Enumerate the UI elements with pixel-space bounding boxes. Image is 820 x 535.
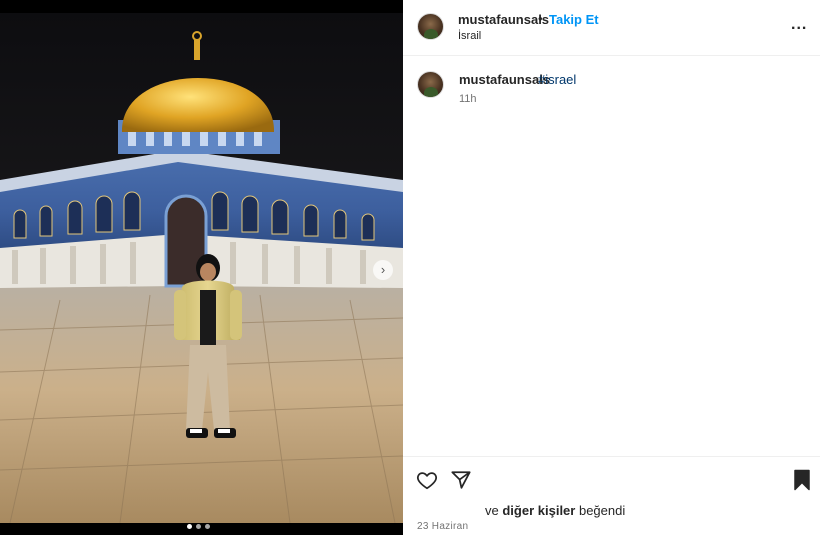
carousel-dot bbox=[205, 524, 210, 529]
post-header: mustafaunsals • Takip Et İsrail ... bbox=[403, 0, 820, 56]
caption-hashtag[interactable]: #israel bbox=[538, 72, 576, 87]
caption-avatar[interactable] bbox=[417, 71, 444, 98]
save-icon[interactable] bbox=[791, 468, 813, 492]
like-icon[interactable] bbox=[415, 468, 439, 492]
likes-prefix: ve bbox=[485, 503, 499, 518]
carousel-dot bbox=[187, 524, 192, 529]
post-dialog: › mustafaunsals • Takip Et İsrail ... mu… bbox=[0, 0, 820, 535]
separator-dot: • bbox=[538, 11, 543, 26]
caption-timestamp: 11h bbox=[459, 93, 477, 105]
post-date[interactable]: 23 Haziran bbox=[417, 521, 468, 532]
share-icon[interactable] bbox=[449, 468, 473, 492]
location-link[interactable]: İsrail bbox=[458, 30, 481, 42]
post-info-panel: mustafaunsals • Takip Et İsrail ... must… bbox=[403, 0, 820, 535]
photo-illustration bbox=[0, 0, 403, 535]
carousel-dot bbox=[196, 524, 201, 529]
author-avatar[interactable] bbox=[417, 13, 444, 40]
likes-suffix: beğendi bbox=[578, 503, 626, 518]
carousel-indicator bbox=[187, 524, 210, 529]
follow-button[interactable]: Takip Et bbox=[549, 12, 599, 27]
likes-others-link[interactable]: diğer kişiler bbox=[502, 503, 575, 518]
carousel-next-button[interactable]: › bbox=[373, 260, 393, 280]
more-options-icon[interactable]: ... bbox=[791, 17, 807, 33]
author-username[interactable]: mustafaunsals bbox=[458, 12, 549, 27]
post-photo[interactable]: › bbox=[0, 0, 403, 535]
action-bar: ve diğer kişiler beğendi 23 Haziran bbox=[403, 456, 820, 535]
chevron-right-icon: › bbox=[380, 261, 386, 277]
likes-summary[interactable]: ve diğer kişiler beğendi bbox=[485, 503, 625, 518]
caption-username[interactable]: mustafaunsals bbox=[459, 72, 550, 87]
